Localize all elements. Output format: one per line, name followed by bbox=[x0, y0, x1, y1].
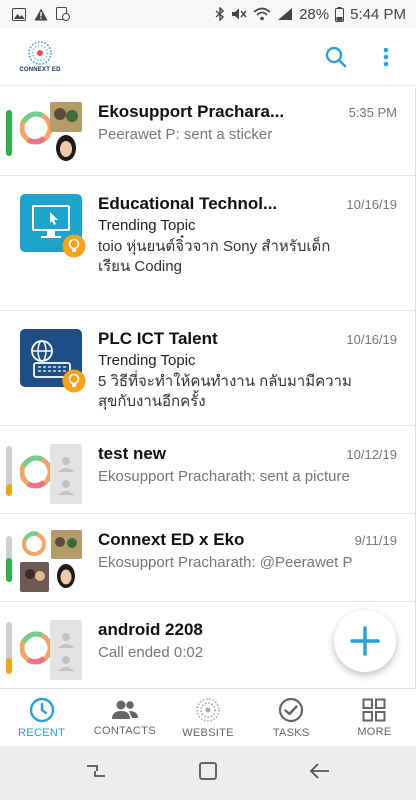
nav-item-recent[interactable]: RECENT bbox=[0, 689, 83, 746]
chat-row[interactable]: PLC ICT Talent 10/16/19 Trending Topic 5… bbox=[0, 311, 415, 426]
grid-icon bbox=[362, 698, 386, 721]
chat-last-message: toio หุ่นยนต์จิ๋วจาก Sony สำหรับเด็กเรีย… bbox=[98, 238, 331, 275]
nav-label: MORE bbox=[357, 725, 392, 738]
chat-title: Educational Technol... bbox=[98, 194, 278, 213]
battery-percent: 28% bbox=[299, 5, 330, 23]
ring-logo-icon bbox=[20, 620, 82, 680]
chat-time: 10/12/19 bbox=[346, 447, 397, 462]
lightbulb-badge-icon bbox=[62, 369, 86, 393]
bluetooth-icon bbox=[215, 7, 225, 21]
chat-title: PLC ICT Talent bbox=[98, 329, 218, 348]
app-bar: CONNEXT ED bbox=[0, 28, 416, 86]
check-circle-icon bbox=[279, 697, 304, 722]
wifi-icon bbox=[253, 7, 271, 21]
clock-icon bbox=[29, 697, 54, 722]
nav-item-tasks[interactable]: TASKS bbox=[250, 689, 333, 746]
chat-row[interactable]: Educational Technol... 10/16/19 Trending… bbox=[0, 176, 415, 311]
website-icon bbox=[196, 697, 220, 722]
image-notification-icon bbox=[12, 7, 26, 21]
chat-row[interactable]: Connext ED x Eko 9/11/19 Ekosupport Prac… bbox=[0, 514, 415, 602]
chat-time: 9/11/19 bbox=[354, 533, 397, 548]
group-avatar bbox=[20, 620, 82, 682]
group-photo-collage-icon bbox=[20, 530, 82, 592]
back-button[interactable] bbox=[309, 762, 331, 785]
chat-last-message: 5 วิธีที่จะทำให้คนทำงาน กลับมามีความสุขก… bbox=[98, 373, 352, 410]
status-indicator-fill bbox=[6, 484, 12, 496]
ring-logo-icon bbox=[20, 102, 82, 164]
group-avatar bbox=[20, 530, 82, 592]
chat-title: Ekosupport Prachara... bbox=[98, 102, 285, 121]
logo-text: CONNEXT ED bbox=[19, 67, 61, 73]
search-icon bbox=[325, 46, 347, 67]
chat-subtitle: Trending Topic bbox=[98, 352, 196, 369]
chat-row[interactable]: test new 10/12/19 Ekosupport Pracharath:… bbox=[0, 426, 415, 514]
channel-avatar bbox=[20, 194, 86, 264]
chat-list: Ekosupport Prachara... 5:35 PM Peerawet … bbox=[0, 88, 416, 688]
battery-icon bbox=[335, 6, 345, 22]
chat-title: Connext ED x Eko bbox=[98, 530, 245, 549]
nav-item-website[interactable]: WEBSITE bbox=[166, 689, 249, 746]
status-indicator-fill bbox=[6, 658, 12, 674]
warning-notification-icon bbox=[34, 8, 48, 20]
mute-icon bbox=[232, 8, 247, 20]
system-nav-bar bbox=[0, 746, 416, 800]
new-chat-fab[interactable] bbox=[334, 610, 396, 672]
sync-notification-icon bbox=[56, 7, 70, 21]
unread-indicator bbox=[6, 110, 12, 156]
bottom-nav: RECENT CONTACTS WEBSITE TASKS MORE bbox=[0, 688, 416, 746]
nav-label: RECENT bbox=[18, 726, 66, 739]
status-bar: 28% 5:44 PM bbox=[0, 0, 416, 28]
chat-title: test new bbox=[98, 444, 167, 463]
chat-row[interactable]: Ekosupport Prachara... 5:35 PM Peerawet … bbox=[0, 88, 415, 176]
connext-ed-logo-icon bbox=[28, 41, 52, 65]
chat-time: 10/16/19 bbox=[346, 332, 397, 347]
overflow-menu-button[interactable] bbox=[370, 41, 402, 73]
chat-subtitle: Trending Topic bbox=[98, 217, 196, 234]
home-button[interactable] bbox=[198, 761, 218, 786]
home-square-icon bbox=[199, 761, 217, 780]
more-vert-icon bbox=[383, 47, 389, 66]
nav-label: CONTACTS bbox=[93, 724, 156, 737]
nav-item-contacts[interactable]: CONTACTS bbox=[83, 689, 166, 746]
plus-icon bbox=[350, 626, 380, 656]
search-button[interactable] bbox=[320, 41, 352, 73]
chat-time: 10/16/19 bbox=[346, 197, 397, 212]
lightbulb-badge-icon bbox=[62, 234, 86, 258]
ring-logo-icon bbox=[20, 444, 82, 504]
recent-apps-button[interactable] bbox=[85, 762, 107, 785]
back-arrow-icon bbox=[309, 762, 329, 779]
status-indicator-fill bbox=[6, 558, 12, 582]
recent-apps-icon bbox=[87, 764, 106, 777]
group-avatar bbox=[20, 102, 82, 164]
people-icon bbox=[111, 700, 138, 719]
chat-last-message: Peerawet P: sent a sticker bbox=[98, 126, 273, 143]
clock-time: 5:44 PM bbox=[350, 5, 406, 23]
chat-title: android 2208 bbox=[98, 620, 203, 639]
channel-avatar bbox=[20, 329, 86, 399]
chat-time: 5:35 PM bbox=[348, 105, 397, 120]
group-avatar bbox=[20, 444, 82, 506]
nav-label: TASKS bbox=[272, 726, 310, 739]
app-logo[interactable]: CONNEXT ED bbox=[14, 34, 66, 80]
chat-last-message: Ekosupport Pracharath: sent a picture bbox=[98, 468, 350, 485]
chat-last-message: Ekosupport Pracharath: @Peerawet P bbox=[98, 554, 353, 571]
signal-icon bbox=[278, 8, 293, 20]
nav-item-more[interactable]: MORE bbox=[333, 689, 416, 746]
nav-label: WEBSITE bbox=[182, 726, 234, 739]
